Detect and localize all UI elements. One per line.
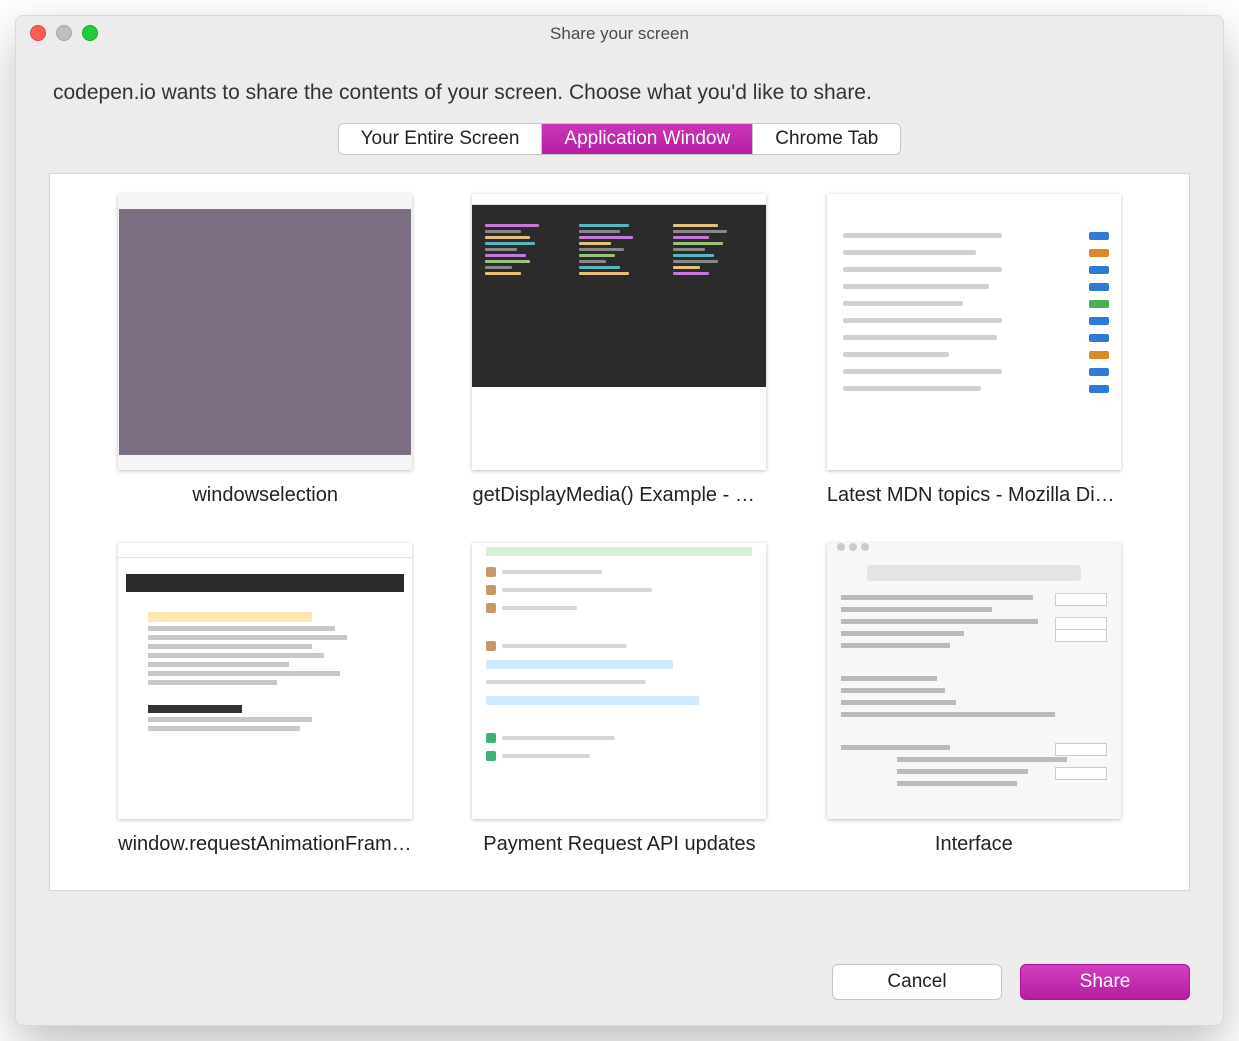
sources-panel[interactable]: windowselection <box>49 173 1190 891</box>
tile-label: Payment Request API updates <box>483 833 755 856</box>
source-tile[interactable]: window.requestAnimationFrame - MDN <box>108 543 422 856</box>
tile-label: window.requestAnimationFrame - MDN <box>118 833 412 856</box>
thumbnail <box>118 194 412 470</box>
thumbnail <box>827 543 1121 819</box>
tab-entire-screen[interactable]: Your Entire Screen <box>339 124 543 154</box>
source-tile[interactable]: Interface <box>817 543 1131 856</box>
tile-label: windowselection <box>192 484 338 507</box>
share-button[interactable]: Share <box>1020 964 1190 1000</box>
share-screen-dialog: Share your screen codepen.io wants to sh… <box>15 15 1224 1026</box>
close-icon[interactable] <box>30 25 46 41</box>
window-controls <box>30 25 98 41</box>
source-tile[interactable]: Latest MDN topics - Mozilla Discourse <box>817 194 1131 507</box>
tab-application-window[interactable]: Application Window <box>542 124 753 154</box>
titlebar: Share your screen <box>15 15 1224 53</box>
thumbnail <box>472 194 766 470</box>
share-prompt: codepen.io wants to share the contents o… <box>15 53 1224 123</box>
source-tile[interactable]: windowselection <box>108 194 422 507</box>
window-title: Share your screen <box>550 24 689 44</box>
source-tile[interactable]: getDisplayMedia() Example - CodePen <box>462 194 776 507</box>
thumbnail <box>118 543 412 819</box>
dialog-footer: Cancel Share <box>832 964 1190 1000</box>
tile-label: Interface <box>935 833 1013 856</box>
thumbnail <box>827 194 1121 470</box>
maximize-icon[interactable] <box>82 25 98 41</box>
tab-chrome-tab[interactable]: Chrome Tab <box>753 124 900 154</box>
source-tile[interactable]: Payment Request API updates <box>462 543 776 856</box>
tile-label: Latest MDN topics - Mozilla Discourse <box>827 484 1121 507</box>
cancel-button[interactable]: Cancel <box>832 964 1002 1000</box>
minimize-icon <box>56 25 72 41</box>
sources-grid: windowselection <box>50 174 1189 886</box>
tile-label: getDisplayMedia() Example - CodePen <box>472 484 766 507</box>
source-tabs: Your Entire Screen Application Window Ch… <box>338 123 902 155</box>
thumbnail <box>472 543 766 819</box>
